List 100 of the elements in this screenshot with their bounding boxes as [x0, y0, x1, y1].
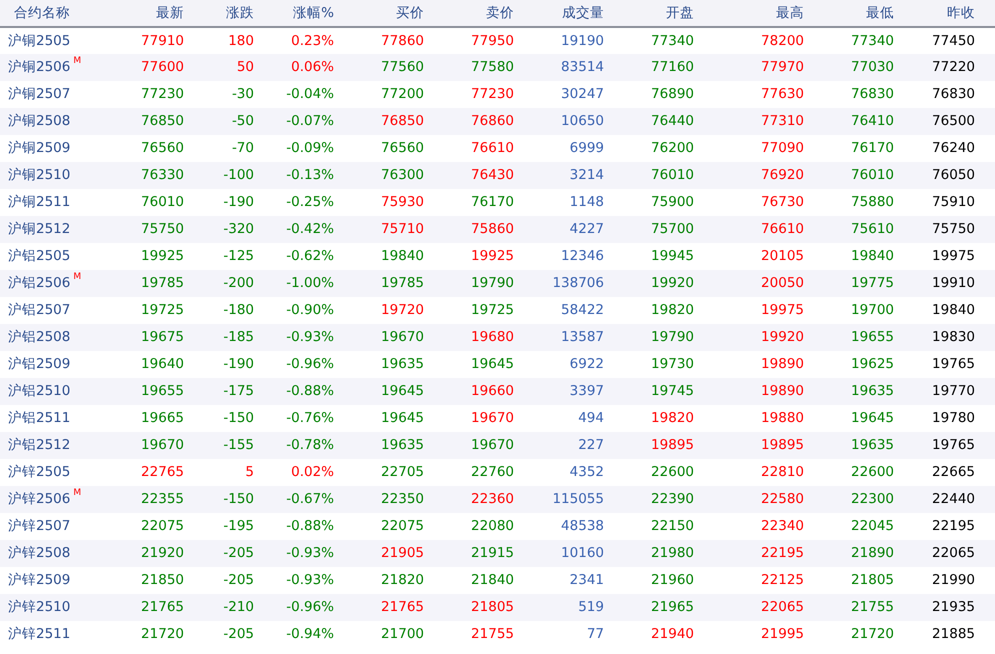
- table-cell: 19670: [340, 324, 430, 351]
- table-cell: -150: [190, 486, 260, 513]
- table-cell: -0.90%: [260, 297, 340, 324]
- table-cell: 0.06%: [260, 54, 340, 81]
- table-cell: 21980: [610, 540, 700, 567]
- table-cell: 21960: [610, 567, 700, 594]
- table-cell: 77030: [810, 54, 900, 81]
- table-cell: 3397: [520, 378, 610, 405]
- table-cell: 115055: [520, 486, 610, 513]
- table-cell: 138706: [520, 270, 610, 297]
- table-cell: 21755: [430, 621, 520, 648]
- table-cell: 21805: [810, 567, 900, 594]
- table-cell: 19920: [610, 270, 700, 297]
- table-cell: 519: [520, 594, 610, 621]
- table-cell: 19765: [900, 351, 995, 378]
- table-cell: 19660: [430, 378, 520, 405]
- table-cell: 19725: [430, 297, 520, 324]
- table-cell: 19975: [900, 243, 995, 270]
- contract-name: 沪铜2505: [0, 27, 120, 54]
- table-cell: 19925: [430, 243, 520, 270]
- table-cell: 22390: [610, 486, 700, 513]
- table-cell: 77450: [900, 27, 995, 54]
- table-cell: 10160: [520, 540, 610, 567]
- table-cell: 76610: [430, 135, 520, 162]
- table-cell: 0.02%: [260, 459, 340, 486]
- table-cell: 21720: [120, 621, 190, 648]
- table-cell: 19645: [810, 405, 900, 432]
- table-cell: -0.13%: [260, 162, 340, 189]
- table-cell: 76830: [900, 81, 995, 108]
- table-cell: 77: [520, 621, 610, 648]
- table-cell: -0.88%: [260, 378, 340, 405]
- column-header: 最新: [120, 0, 190, 27]
- table-cell: 21990: [900, 567, 995, 594]
- table-cell: 22150: [610, 513, 700, 540]
- contract-name: 沪锌2511: [0, 621, 120, 648]
- table-cell: 20050: [700, 270, 810, 297]
- contract-name: 沪铜2510: [0, 162, 120, 189]
- table-cell: 76200: [610, 135, 700, 162]
- table-cell: -0.04%: [260, 81, 340, 108]
- table-cell: 19725: [120, 297, 190, 324]
- column-header: 成交量: [520, 0, 610, 27]
- table-cell: 19670: [120, 432, 190, 459]
- table-cell: 22600: [810, 459, 900, 486]
- contract-name: 沪铝2511: [0, 405, 120, 432]
- table-cell: 76890: [610, 81, 700, 108]
- contract-name: 沪铜2509: [0, 135, 120, 162]
- table-cell: 30247: [520, 81, 610, 108]
- table-cell: 75860: [430, 216, 520, 243]
- column-header: 涨跌: [190, 0, 260, 27]
- table-cell: -125: [190, 243, 260, 270]
- table-cell: 227: [520, 432, 610, 459]
- contract-name: 沪铝2512: [0, 432, 120, 459]
- table-cell: 76410: [810, 108, 900, 135]
- table-cell: 76850: [340, 108, 430, 135]
- table-cell: 19665: [120, 405, 190, 432]
- table-cell: 6999: [520, 135, 610, 162]
- table-cell: 22600: [610, 459, 700, 486]
- table-cell: 22355: [120, 486, 190, 513]
- table-cell: 19625: [810, 351, 900, 378]
- table-cell: 22075: [340, 513, 430, 540]
- table-cell: 22065: [700, 594, 810, 621]
- contract-name: 沪锌2509: [0, 567, 120, 594]
- column-header: 最低: [810, 0, 900, 27]
- table-cell: 19890: [700, 351, 810, 378]
- table-cell: 21915: [430, 540, 520, 567]
- table-cell: 6922: [520, 351, 610, 378]
- table-cell: 19680: [430, 324, 520, 351]
- table-cell: 76610: [700, 216, 810, 243]
- table-cell: 19785: [340, 270, 430, 297]
- table-cell: -205: [190, 621, 260, 648]
- table-cell: 76500: [900, 108, 995, 135]
- table-cell: 21805: [430, 594, 520, 621]
- table-cell: 19895: [700, 432, 810, 459]
- table-cell: 76730: [700, 189, 810, 216]
- table-cell: -190: [190, 351, 260, 378]
- table-cell: -0.93%: [260, 540, 340, 567]
- table-cell: 19780: [900, 405, 995, 432]
- column-header: 昨收: [900, 0, 995, 27]
- main-contract-mark: M: [73, 56, 82, 66]
- table-cell: 76010: [120, 189, 190, 216]
- contract-name: 沪铝2508: [0, 324, 120, 351]
- table-cell: 19925: [120, 243, 190, 270]
- table-cell: 21885: [900, 621, 995, 648]
- column-header: 开盘: [610, 0, 700, 27]
- table-cell: 76860: [430, 108, 520, 135]
- table-cell: 22665: [900, 459, 995, 486]
- table-cell: 76050: [900, 162, 995, 189]
- table-cell: 77630: [700, 81, 810, 108]
- table-cell: -0.93%: [260, 567, 340, 594]
- table-cell: 19770: [900, 378, 995, 405]
- table-cell: 19765: [900, 432, 995, 459]
- table-cell: 19820: [610, 297, 700, 324]
- table-cell: -185: [190, 324, 260, 351]
- table-cell: 77860: [340, 27, 430, 54]
- table-cell: 22350: [340, 486, 430, 513]
- table-cell: -0.78%: [260, 432, 340, 459]
- table-cell: 22580: [700, 486, 810, 513]
- table-cell: -0.93%: [260, 324, 340, 351]
- table-cell: 19745: [610, 378, 700, 405]
- table-cell: -195: [190, 513, 260, 540]
